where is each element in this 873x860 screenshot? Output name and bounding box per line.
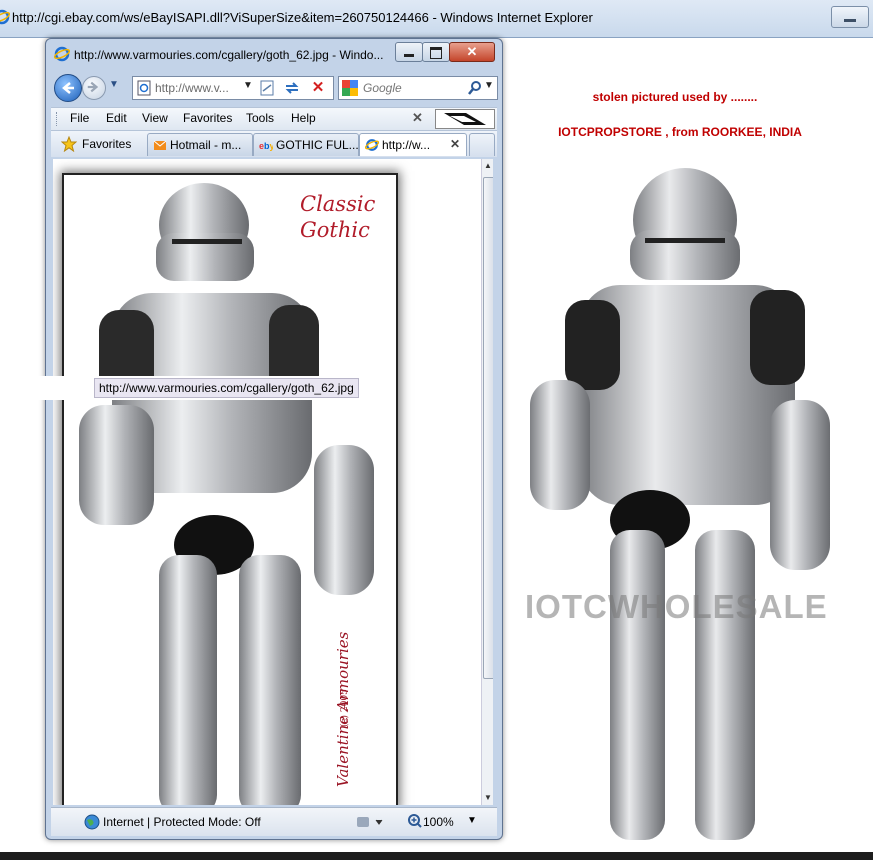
seller-notice: IOTCPROPSTORE , from ROORKEE, INDIA xyxy=(558,125,802,139)
outer-window-title: http://cgi.ebay.com/ws/eBayISAPI.dll?ViS… xyxy=(12,10,593,25)
menu-edit[interactable]: Edit xyxy=(106,111,127,125)
url-tooltip: http://www.varmouries.com/cgallery/goth_… xyxy=(32,376,394,400)
toolbar-addon-icon[interactable] xyxy=(435,109,495,129)
search-icon[interactable] xyxy=(467,80,483,96)
outer-title-bar: http://cgi.ebay.com/ws/eBayISAPI.dll?ViS… xyxy=(0,0,873,38)
caption-line: Gothic xyxy=(300,218,370,242)
compatibility-view-icon[interactable] xyxy=(258,79,276,97)
menu-view[interactable]: View xyxy=(142,111,168,125)
favorites-button[interactable]: Favorites xyxy=(82,137,131,151)
menu-tools[interactable]: Tools xyxy=(246,111,274,125)
menu-favorites[interactable]: Favorites xyxy=(183,111,232,125)
menu-file[interactable]: File xyxy=(70,111,89,125)
search-placeholder[interactable]: Google xyxy=(363,81,402,95)
zoom-level[interactable]: 100% xyxy=(423,815,454,829)
caption-line: Classic xyxy=(300,192,376,216)
ie-icon xyxy=(0,9,10,25)
page-content: Classic Gothic (c) 2005 Valentine Armour… xyxy=(53,159,493,805)
search-dropdown-icon[interactable]: ▼ xyxy=(484,80,494,91)
zoom-icon[interactable] xyxy=(407,813,423,829)
favorites-bar: Favorites Hotmail - m... eby GOTHIC FUL.… xyxy=(51,131,497,157)
favorites-star-icon[interactable] xyxy=(61,136,77,152)
watermark-text: IOTCWHOLESALE xyxy=(525,588,828,625)
scrollbar-thumb[interactable] xyxy=(483,177,493,679)
toolbar-close-icon[interactable]: ✕ xyxy=(412,110,423,126)
vertical-scrollbar[interactable]: ▲ ▼ xyxy=(481,159,493,805)
stop-icon[interactable]: ✕ xyxy=(309,79,327,97)
google-icon xyxy=(342,80,358,96)
refresh-icon[interactable] xyxy=(283,79,301,97)
tooltip-text: http://www.varmouries.com/cgallery/goth_… xyxy=(94,378,359,398)
ie-icon xyxy=(54,46,70,62)
globe-icon xyxy=(84,814,100,830)
forward-button[interactable] xyxy=(82,76,106,100)
status-zone-text: Internet | Protected Mode: Off xyxy=(103,815,261,829)
zoom-dropdown-icon[interactable]: ▼ xyxy=(467,815,477,826)
page-icon xyxy=(137,80,151,96)
close-icon: ✕ xyxy=(466,44,478,59)
back-button[interactable] xyxy=(54,74,82,102)
tab-hotmail[interactable]: Hotmail - m... xyxy=(147,133,253,156)
stolen-notice: stolen pictured used by ........ xyxy=(592,90,758,104)
menu-help[interactable]: Help xyxy=(291,111,316,125)
history-dropdown-icon[interactable]: ▼ xyxy=(109,79,119,90)
tab-label: Hotmail - m... xyxy=(170,138,242,152)
menu-bar: File Edit View Favorites Tools Help ✕ xyxy=(51,107,497,131)
back-arrow-icon xyxy=(62,82,74,94)
inner-ie-window: http://www.varmouries.com/cgallery/goth_… xyxy=(45,38,503,840)
address-text[interactable]: http://www.v... xyxy=(155,81,229,95)
close-button[interactable]: ✕ xyxy=(449,42,495,62)
signature-text: Valentine Armouries xyxy=(334,631,352,787)
tab-label: GOTHIC FUL... xyxy=(276,138,359,152)
armor-photo-right xyxy=(530,168,830,840)
minimize-icon xyxy=(404,54,414,57)
scroll-up-icon[interactable]: ▲ xyxy=(484,161,492,170)
minimize-button[interactable] xyxy=(395,42,423,62)
search-box[interactable]: Google ▼ xyxy=(338,76,498,100)
address-dropdown-icon[interactable]: ▼ xyxy=(243,80,253,91)
tab-close-icon[interactable]: ✕ xyxy=(450,137,460,151)
ebay-icon: eby xyxy=(259,141,273,151)
toolbar-grip[interactable] xyxy=(56,112,59,126)
classic-gothic-caption: Classic Gothic xyxy=(300,191,375,243)
maximize-icon xyxy=(430,47,442,59)
status-bar: Internet | Protected Mode: Off 100% ▼ xyxy=(51,807,497,836)
new-tab-button[interactable] xyxy=(469,133,495,156)
navigation-bar: ▼ http://www.v... ▼ ✕ Google ▼ xyxy=(46,69,502,107)
hotmail-icon xyxy=(153,140,167,150)
armor-image-frame: Classic Gothic (c) 2005 Valentine Armour… xyxy=(64,175,396,805)
tab-current-image[interactable]: http://w... ✕ xyxy=(359,133,467,156)
inner-title-bar: http://www.varmouries.com/cgallery/goth_… xyxy=(46,39,502,69)
security-icon[interactable] xyxy=(356,814,386,830)
tab-gothic[interactable]: eby GOTHIC FUL... xyxy=(253,133,359,156)
svg-text:eby: eby xyxy=(259,141,273,151)
inner-window-title: http://www.varmouries.com/cgallery/goth_… xyxy=(74,48,384,62)
address-bar[interactable]: http://www.v... ▼ ✕ xyxy=(132,76,334,100)
ie-icon xyxy=(365,139,379,151)
tab-label: http://w... xyxy=(382,138,431,152)
outer-minimize-button[interactable] xyxy=(831,6,869,28)
scroll-down-icon[interactable]: ▼ xyxy=(484,793,492,802)
forward-arrow-icon xyxy=(87,81,99,93)
taskbar-strip xyxy=(0,852,873,860)
maximize-button[interactable] xyxy=(422,42,450,62)
